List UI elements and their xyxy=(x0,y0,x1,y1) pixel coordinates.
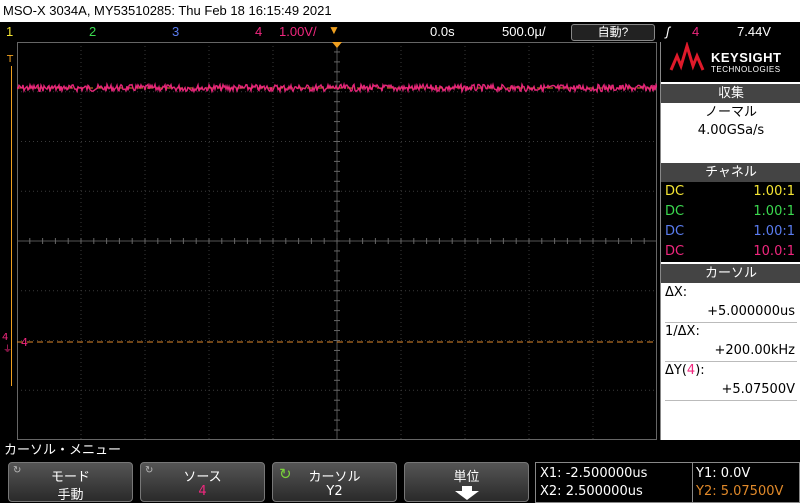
channel-4-ref-label: 4 xyxy=(21,336,28,349)
channel-4-scale: 1.00V/ xyxy=(279,24,317,39)
channel-4-indicator[interactable]: 4 xyxy=(255,22,262,42)
trigger-mode-button[interactable]: 自動? xyxy=(571,24,655,41)
delta-x-label: ΔX: xyxy=(665,285,688,300)
cursor-softkey-value: Y2 xyxy=(326,484,343,499)
cursor-softkey[interactable]: ↻ カーソル Y2 xyxy=(272,462,397,502)
delta-y-channel: 4 xyxy=(686,363,696,378)
source-softkey[interactable]: ↻ ソース 4 xyxy=(140,462,265,502)
trigger-marker-label: T xyxy=(7,54,14,65)
channel-2-coupling: DC xyxy=(665,204,685,219)
channel-1-indicator[interactable]: 1 xyxy=(6,22,13,42)
trigger-position-icon: ▼ xyxy=(328,23,340,37)
delta-y-label: ΔY(4): xyxy=(661,362,800,380)
cursor-divider-3 xyxy=(665,400,797,401)
trigger-source: 4 xyxy=(692,24,700,39)
channel-4-coupling: DC xyxy=(665,244,685,259)
softkey-bar: ↻ モード 手動 ↻ ソース 4 ↻ カーソル Y2 単位 X1: -2.500… xyxy=(0,460,800,503)
logo-line-1: KEYSIGHT xyxy=(711,50,782,65)
channel-2-indicator[interactable]: 2 xyxy=(89,22,96,42)
units-softkey-label: 単位 xyxy=(453,470,480,485)
submenu-arrow-icon xyxy=(455,486,479,500)
grid-left-margin: T 4 ⏚ xyxy=(2,42,17,440)
source-softkey-value: 4 xyxy=(198,484,207,499)
delta-y-value: +5.07500V xyxy=(721,382,795,397)
delta-x-value: +5.000000us xyxy=(707,304,795,319)
channel-3-row: DC 1.00:1 xyxy=(661,222,800,242)
cursor-softkey-label: カーソル xyxy=(308,470,361,485)
trigger-level: 7.44V xyxy=(737,24,771,39)
channel-2-probe: 1.00:1 xyxy=(753,204,795,219)
channel-4-row: DC 10.0:1 xyxy=(661,242,800,262)
channel-1-probe: 1.00:1 xyxy=(753,184,795,199)
graticule: 4 xyxy=(17,42,657,440)
acquisition-header: 収集 xyxy=(661,84,800,103)
title-text: MSO-X 3034A, MY53510285: Thu Feb 18 16:1… xyxy=(3,3,332,18)
status-bar: 1 2 3 4 1.00V/ ▼ 0.0s 500.0µ/ 自動? ʃ 4 7.… xyxy=(0,22,800,42)
acquisition-mode: ノーマル xyxy=(704,105,757,120)
inverse-delta-x-value: +200.00kHz xyxy=(714,343,795,358)
trigger-position-marker xyxy=(332,42,342,48)
timebase-scale: 500.0µ/ xyxy=(502,24,546,39)
channel-3-coupling: DC xyxy=(665,224,685,239)
keysight-logo: KEYSIGHT TECHNOLOGIES xyxy=(661,42,800,82)
horizontal-delay: 0.0s xyxy=(430,24,455,39)
units-softkey[interactable]: 単位 xyxy=(404,462,529,502)
keysight-wave-icon xyxy=(669,42,705,71)
channel-3-probe: 1.00:1 xyxy=(753,224,795,239)
y2-readout: Y2: 5.07500V xyxy=(696,484,784,499)
cursors-header: カーソル xyxy=(661,264,800,283)
trigger-mode-label: 自動? xyxy=(597,25,629,39)
x2-readout: X2: 2.500000us xyxy=(540,484,643,499)
channel-3-indicator[interactable]: 3 xyxy=(172,22,179,42)
side-panel: KEYSIGHT TECHNOLOGIES 収集 ノーマル 4.00GSa/s … xyxy=(660,42,800,440)
waveform-display[interactable]: 4 xyxy=(17,42,657,440)
y1-readout: Y1: 0.0V xyxy=(696,466,751,481)
mode-softkey-value: 手動 xyxy=(57,488,84,503)
sample-rate: 4.00GSa/s xyxy=(697,123,765,138)
inverse-delta-x-label: 1/ΔX: xyxy=(665,324,700,339)
x1-readout: X1: -2.500000us xyxy=(540,466,648,481)
ground-icon: ⏚ xyxy=(3,345,13,355)
mode-softkey-label: モード xyxy=(50,470,90,485)
title-bar: MSO-X 3034A, MY53510285: Thu Feb 18 16:1… xyxy=(0,0,800,22)
logo-line-2: TECHNOLOGIES xyxy=(711,65,781,74)
delta-y-prefix: ΔY( xyxy=(665,363,687,378)
channels-header: チャネル xyxy=(661,163,800,182)
menu-title: カーソル・メニュー xyxy=(0,441,800,460)
trigger-marker-line xyxy=(11,66,12,386)
trigger-edge-icon: ʃ xyxy=(666,24,670,39)
cursor-readout: X1: -2.500000us X2: 2.500000us Y1: 0.0V … xyxy=(535,462,800,503)
channel-1-row: DC 1.00:1 xyxy=(661,182,800,202)
readout-divider xyxy=(692,463,693,503)
channel-1-coupling: DC xyxy=(665,184,685,199)
source-softkey-label: ソース xyxy=(183,470,222,485)
channel-4-probe: 10.0:1 xyxy=(753,244,795,259)
channel-2-row: DC 1.00:1 xyxy=(661,202,800,222)
delta-y-suffix: ): xyxy=(695,363,705,378)
mode-softkey[interactable]: ↻ モード 手動 xyxy=(8,462,133,503)
